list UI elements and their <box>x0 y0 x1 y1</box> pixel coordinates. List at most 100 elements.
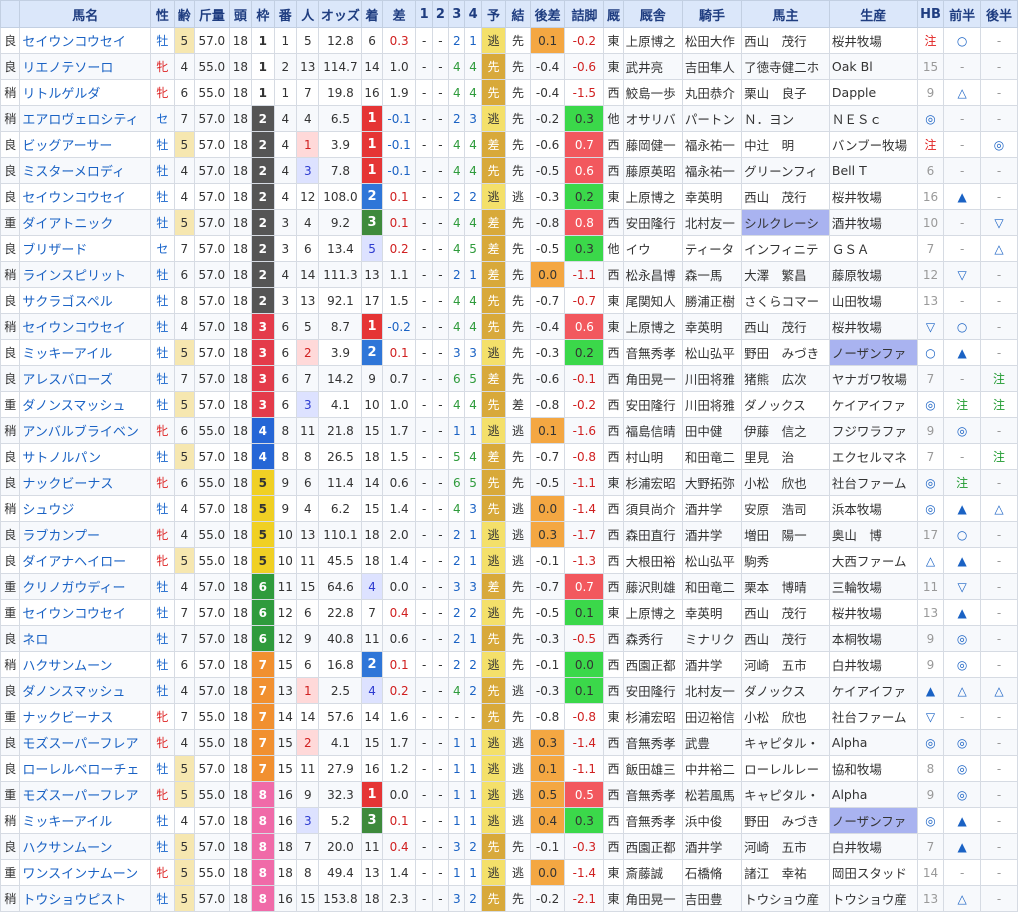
horse-name-link[interactable]: ダノンスマッシュ <box>19 677 152 704</box>
table-row[interactable]: 良セイウンコウセイ牡 5 57.0 18 1 1 5 12.8 6 0.3- -2 1 逃先 0.1 -0.… <box>0 27 1018 54</box>
table-row[interactable]: 重セイウンコウセイ牡 7 57.0 18 6 12 6 22.8 7 0.4- -2 2 逃先 -0.5 0… <box>0 599 1018 626</box>
horse-name-link[interactable]: ワンスインナムーン <box>19 859 152 886</box>
horse-name-link[interactable]: ダイアナヘイロー <box>19 547 152 574</box>
table-row[interactable]: 稍ハクサンムーン牡 6 57.0 18 7 15 6 16.8 2 0.1- -2 2 逃先 -0.1 0.… <box>0 651 1018 678</box>
horse-name-link[interactable]: ナックビーナス <box>19 703 152 730</box>
column-header[interactable]: 着 <box>361 0 383 28</box>
horse-name-link[interactable]: ミッキーアイル <box>19 807 152 834</box>
column-header[interactable]: 詰脚 <box>564 0 605 28</box>
prediction-cell: 差 <box>480 443 507 470</box>
table-row[interactable]: 良セイウンコウセイ牡 4 57.0 18 2 4 12 108.0 2 0.1- -2 2 逃逃 -0.3… <box>0 183 1018 210</box>
table-row[interactable]: 良サトノルパン牡 5 57.0 18 4 8 8 26.5 18 1.5- -5 4 差先 -0.7 -0.… <box>0 443 1018 470</box>
horse-name-link[interactable]: クリノガウディー <box>19 573 152 600</box>
column-header[interactable]: 4 <box>464 0 482 28</box>
column-header[interactable]: 2 <box>431 0 450 28</box>
horse-name-link[interactable]: サトノルパン <box>19 443 152 470</box>
table-row[interactable]: 良ビッグアーサー牡 5 57.0 18 2 4 1 3.9 1 -0.1- -4 4 差先 -0.6 0.7… <box>0 131 1018 158</box>
column-header[interactable]: 齢 <box>173 0 195 28</box>
prediction-cell: 逃 <box>480 781 507 808</box>
column-header[interactable]: 性 <box>150 0 175 28</box>
horse-name-link[interactable]: ラインスピリット <box>19 261 152 288</box>
horse-name-link[interactable]: シュウジ <box>19 495 152 522</box>
table-row[interactable]: 良ローレルベローチェ牡 5 57.0 18 7 15 11 27.9 16 1.2- -1 1 逃逃 0.… <box>0 755 1018 782</box>
horse-name-link[interactable]: セイウンコウセイ <box>19 183 152 210</box>
table-row[interactable]: 良アレスバローズ牡 7 57.0 18 3 6 7 14.2 9 0.7- -6 5 差先 -0.6 -0.… <box>0 365 1018 392</box>
horse-name-link[interactable]: リエノテソーロ <box>19 53 152 80</box>
table-row[interactable]: 良ネロ牡 7 57.0 18 6 12 9 40.8 11 0.6- -2 1 先先 -0.3 -0.5 西森… <box>0 625 1018 652</box>
table-row[interactable]: 重ナックビーナス牝 7 55.0 18 7 14 14 57.6 14 1.6- - - - 先先 -0.8… <box>0 703 1018 730</box>
trainer-cell: 森秀行 <box>622 625 683 652</box>
table-row[interactable]: 良リエノテソーロ牝 4 55.0 18 1 2 13 114.7 14 1.0- -4 4 先先 -0.4… <box>0 53 1018 80</box>
horse-name-link[interactable]: ハクサンムーン <box>19 651 152 678</box>
column-header[interactable]: オッズ <box>318 0 363 28</box>
column-header[interactable]: 前半 <box>943 0 982 28</box>
horse-name-link[interactable]: セイウンコウセイ <box>19 599 152 626</box>
table-row[interactable]: 良ラブカンプー牝 4 55.0 18 5 10 13 110.1 18 2.0- -2 1 逃逃 0.3-… <box>0 521 1018 548</box>
column-header[interactable]: 結 <box>505 0 531 28</box>
horse-name-link[interactable]: アンバルブライベン <box>19 417 152 444</box>
table-row[interactable]: 良サクラゴスペル牡 8 57.0 18 2 3 13 92.1 17 1.5- -4 4 先先 -0.7-… <box>0 287 1018 314</box>
table-row[interactable]: 重ワンスインナムーン牝 5 55.0 18 8 18 8 49.4 13 1.4- -1 1 逃逃 0.0… <box>0 859 1018 886</box>
column-header[interactable]: 生産 <box>828 0 918 28</box>
table-row[interactable]: 稍リトルゲルダ牝 6 55.0 18 1 1 7 19.8 16 1.9- -4 4 先先 -0.4 -1.… <box>0 79 1018 106</box>
column-header[interactable]: 斤量 <box>193 0 230 28</box>
horse-name-link[interactable]: ミスターメロディ <box>19 157 152 184</box>
column-header[interactable]: 頭 <box>228 0 253 28</box>
table-row[interactable]: 稍ラインスピリット牡 6 57.0 18 2 4 14 111.3 13 1.1- -2 1 差先 0.0… <box>0 261 1018 288</box>
horse-name-link[interactable]: ダノンスマッシュ <box>19 391 152 418</box>
horse-name-link[interactable]: モズスーパーフレア <box>19 781 152 808</box>
horse-name-link[interactable]: ビッグアーサー <box>19 131 152 158</box>
horse-name-link[interactable]: ローレルベローチェ <box>19 755 152 782</box>
table-row[interactable]: 良モズスーパーフレア牝 4 55.0 18 7 15 2 4.1 15 1.7- -1 1 逃逃 0.3-… <box>0 729 1018 756</box>
table-row[interactable]: 重クリノガウディー牡 4 57.0 18 6 11 15 64.6 4 0.0- -3 3 差先 -0.7… <box>0 573 1018 600</box>
horse-name-link[interactable]: セイウンコウセイ <box>19 313 152 340</box>
table-row[interactable]: 稍トウショウピスト牡 5 57.0 18 8 16 15 153.8 18 2.3- -3 2 先先 -0… <box>0 885 1018 912</box>
column-header[interactable]: 馬名 <box>19 0 152 28</box>
column-header[interactable]: HB <box>916 0 945 28</box>
horse-name-link[interactable]: アレスバローズ <box>19 365 152 392</box>
result-cell: 逃 <box>505 495 531 522</box>
horse-name-link[interactable]: エアロヴェロシティ <box>19 105 152 132</box>
column-header[interactable]: 予 <box>480 0 507 28</box>
table-row[interactable]: 重ダイアトニック牡 5 57.0 18 2 3 4 9.2 3 0.1- -4 4 差先 -0.8 0.8 西… <box>0 209 1018 236</box>
table-row[interactable]: 良ブリザードセ 7 57.0 18 2 3 6 13.4 5 0.2- -4 5 差先 -0.5 0.3 他イ… <box>0 235 1018 262</box>
table-row[interactable]: 稍セイウンコウセイ牡 4 57.0 18 3 6 5 8.7 1 -0.2- -4 4 先先 -0.4 0.… <box>0 313 1018 340</box>
table-row[interactable]: 稍シュウジ牡 4 57.0 18 5 9 4 6.2 15 1.4- -4 3 先逃 0.0 -1.4 西須貝… <box>0 495 1018 522</box>
column-header[interactable]: 番 <box>273 0 298 28</box>
column-header[interactable]: 後半 <box>980 0 1018 28</box>
table-row[interactable]: 良ナックビーナス牝 6 55.0 18 5 9 6 11.4 14 0.6- -6 5 先先 -0.5 -1… <box>0 469 1018 496</box>
horse-name-link[interactable]: ブリザード <box>19 235 152 262</box>
table-row[interactable]: 稍エアロヴェロシティセ 7 57.0 18 2 4 4 6.5 1 -0.1- -2 3 逃先 -0.2 0… <box>0 105 1018 132</box>
horse-name-link[interactable]: ネロ <box>19 625 152 652</box>
column-header[interactable]: 厩舎 <box>622 0 683 28</box>
column-header[interactable]: 後差 <box>529 0 566 28</box>
table-row[interactable]: 良ミッキーアイル牡 5 57.0 18 3 6 2 3.9 2 0.1- -3 3 逃先 -0.3 0.2 西… <box>0 339 1018 366</box>
table-row[interactable]: 稍アンバルブライベン牝 6 55.0 18 4 8 11 21.8 15 1.7- -1 1 逃逃 0.1… <box>0 417 1018 444</box>
table-row[interactable]: 良ハクサンムーン牡 5 57.0 18 8 18 7 20.0 11 0.4- -3 2 先先 -0.1-… <box>0 833 1018 860</box>
column-header[interactable]: 馬主 <box>741 0 830 28</box>
column-header[interactable]: 騎手 <box>681 0 743 28</box>
table-row[interactable]: 良ダイアナヘイロー牝 5 55.0 18 5 10 11 45.5 18 1.4- -2 1 逃逃 -0.… <box>0 547 1018 574</box>
column-header[interactable]: 枠 <box>251 0 275 28</box>
horse-name-link[interactable]: ナックビーナス <box>19 469 152 496</box>
table-row[interactable]: 稍ミッキーアイル牡 4 57.0 18 8 16 3 5.2 3 0.1- -1 1 逃逃 0.4 0.3 西… <box>0 807 1018 834</box>
table-row[interactable]: 良ダノンスマッシュ牡 4 57.0 18 7 13 1 2.5 4 0.2- -4 2 先逃 -0.3 0.… <box>0 677 1018 704</box>
horse-name-link[interactable]: セイウンコウセイ <box>19 27 152 54</box>
column-header[interactable]: 差 <box>381 0 417 28</box>
table-row[interactable]: 良ミスターメロディ牡 4 57.0 18 2 4 3 7.8 1 -0.1- -4 4 先先 -0.5 0.… <box>0 157 1018 184</box>
horse-name-link[interactable]: モズスーパーフレア <box>19 729 152 756</box>
horse-name-link[interactable]: ダイアトニック <box>19 209 152 236</box>
column-header[interactable]: 厩 <box>603 0 624 28</box>
table-row[interactable]: 重ダノンスマッシュ牡 5 57.0 18 3 6 3 4.1 10 1.0- -4 4 先差 -0.8 -0… <box>0 391 1018 418</box>
horse-name-link[interactable]: ミッキーアイル <box>19 339 152 366</box>
horse-name-link[interactable]: トウショウピスト <box>19 885 152 912</box>
horse-name-link[interactable]: ラブカンプー <box>19 521 152 548</box>
column-header[interactable]: 1 <box>415 0 433 28</box>
column-header[interactable]: 人 <box>296 0 320 28</box>
horse-name-link[interactable]: リトルゲルダ <box>19 79 152 106</box>
table-row[interactable]: 重モズスーパーフレア牝 5 55.0 18 8 16 9 32.3 1 0.0- -1 1 逃逃 0.5 0… <box>0 781 1018 808</box>
column-header[interactable]: 3 <box>448 0 466 28</box>
horse-name-link[interactable]: ハクサンムーン <box>19 833 152 860</box>
breeder-cell: ヤナガワ牧場 <box>828 365 918 392</box>
horse-name-link[interactable]: サクラゴスペル <box>19 287 152 314</box>
